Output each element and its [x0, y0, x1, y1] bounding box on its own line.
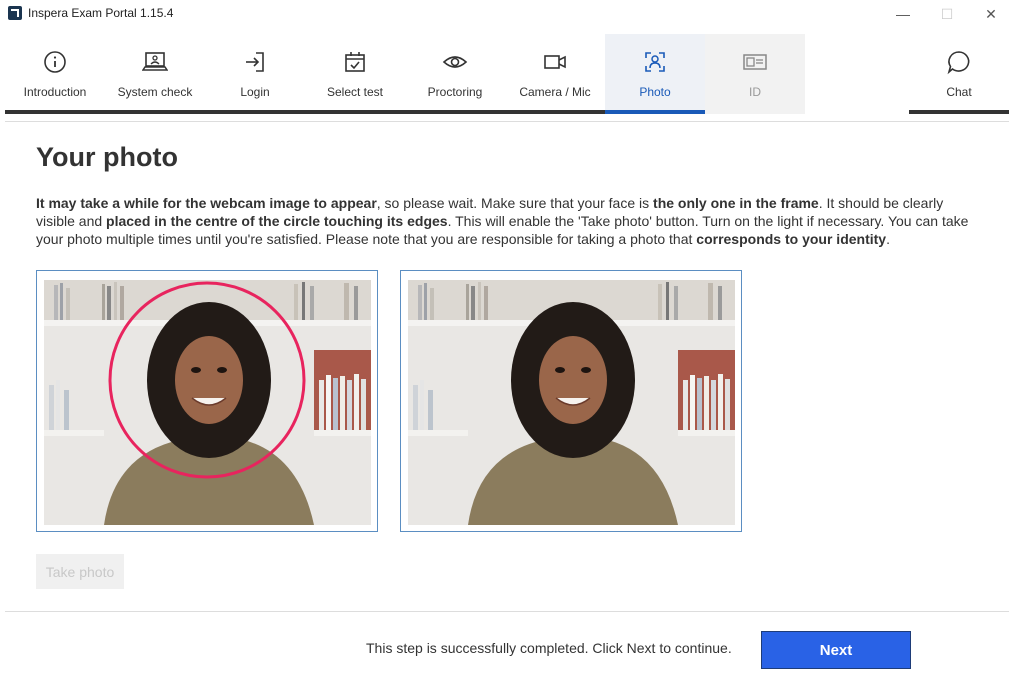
maximize-button[interactable]: ☐ — [924, 0, 970, 28]
tab-system-check[interactable]: System check — [105, 34, 205, 114]
calendar-check-icon — [342, 49, 368, 75]
tab-select-test[interactable]: Select test — [305, 34, 405, 114]
tab-label: Chat — [946, 85, 972, 99]
tab-label: Proctoring — [427, 85, 483, 99]
tab-label: System check — [117, 85, 193, 99]
tab-introduction[interactable]: Introduction — [5, 34, 105, 114]
close-button[interactable]: ✕ — [968, 0, 1013, 28]
laptop-icon — [142, 49, 168, 75]
instructions-text: It may take a while for the webcam image… — [36, 195, 969, 247]
tab-label: ID — [749, 85, 761, 99]
status-message: This step is successfully completed. Cli… — [366, 640, 732, 656]
tab-label: Camera / Mic — [519, 85, 591, 99]
live-camera-view — [36, 270, 378, 532]
face-scan-icon — [642, 49, 668, 75]
chat-bubble-icon — [946, 49, 972, 75]
window-title: Inspera Exam Portal 1.15.4 — [28, 6, 174, 20]
tab-proctoring[interactable]: Proctoring — [405, 34, 505, 114]
tab-label: Introduction — [23, 85, 87, 99]
step-navigation: Introduction System check Login Select t… — [0, 34, 1013, 114]
divider — [5, 611, 1009, 612]
eye-icon — [442, 49, 468, 75]
chat-button[interactable]: Chat — [909, 34, 1009, 114]
tab-label: Select test — [326, 85, 384, 99]
tab-label: Login — [240, 85, 270, 99]
id-card-icon — [742, 49, 768, 75]
next-button[interactable]: Next — [761, 631, 911, 669]
tab-login[interactable]: Login — [205, 34, 305, 114]
title-bar: Inspera Exam Portal 1.15.4 — ☐ ✕ — [0, 0, 1013, 28]
page-title: Your photo — [36, 142, 178, 172]
take-photo-button[interactable]: Take photo — [36, 554, 124, 589]
tab-label: Photo — [639, 85, 671, 99]
tab-id: ID — [705, 34, 805, 114]
tab-camera-mic[interactable]: Camera / Mic — [505, 34, 605, 114]
nav-gap — [805, 110, 909, 114]
app-logo-icon — [8, 6, 22, 20]
captured-photo-view — [400, 270, 742, 532]
info-icon — [42, 49, 68, 75]
tab-photo[interactable]: Photo — [605, 34, 705, 114]
divider — [5, 121, 1009, 122]
active-tab-indicator — [605, 110, 705, 114]
login-icon — [242, 49, 268, 75]
minimize-button[interactable]: — — [880, 0, 926, 28]
video-camera-icon — [542, 49, 568, 75]
